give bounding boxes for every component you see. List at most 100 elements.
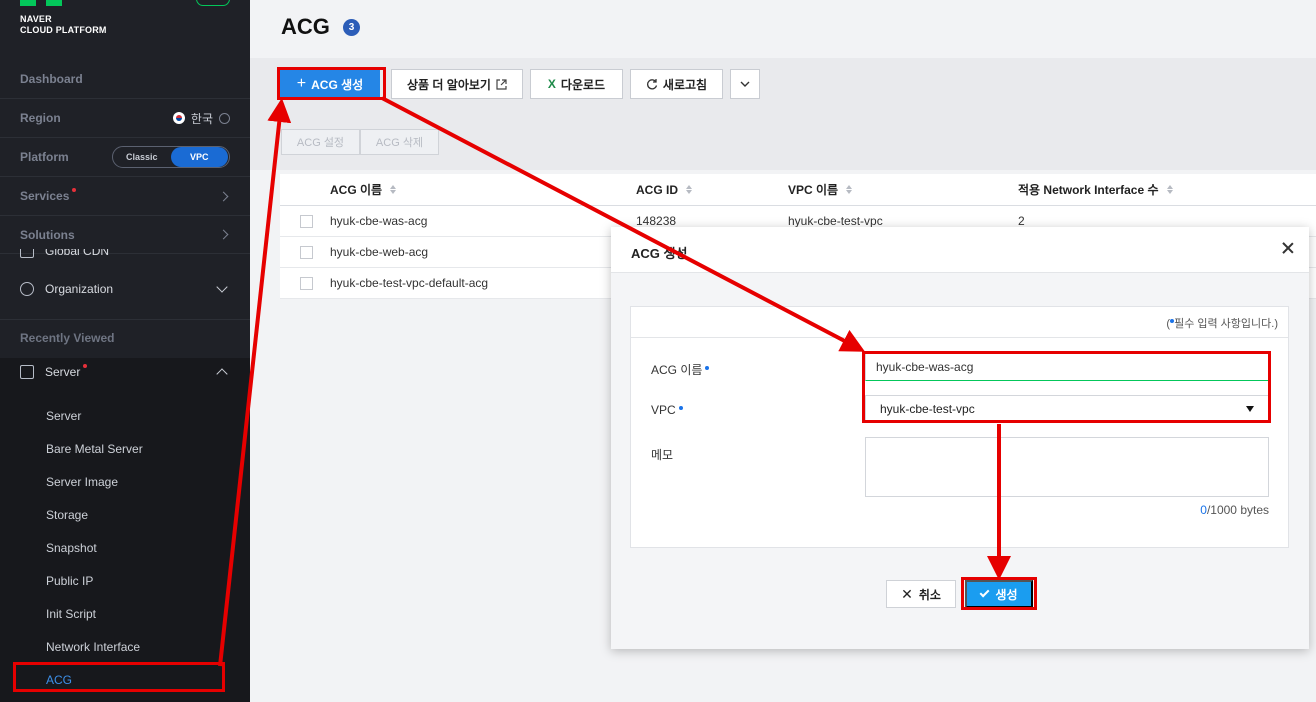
gear-icon[interactable] <box>219 112 230 124</box>
server-group-label: Server <box>45 365 81 379</box>
recently-viewed-label: Recently Viewed <box>20 331 115 345</box>
platform-classic[interactable]: Classic <box>113 152 171 162</box>
cell-acg-name: hyuk-cbe-test-vpc-default-acg <box>330 276 489 290</box>
sidebar-item-snapshot[interactable]: Snapshot <box>46 541 97 555</box>
col-label: VPC 이름 <box>788 183 839 197</box>
bytes-used: 0 <box>1200 503 1207 517</box>
create-button[interactable]: 생성 <box>965 580 1033 608</box>
col-vpc-name[interactable]: VPC 이름 <box>788 174 853 205</box>
refresh-button[interactable]: 새로고침 <box>630 69 723 99</box>
vpc-select[interactable]: hyuk-cbe-test-vpc <box>865 395 1269 423</box>
chevron-up-icon <box>216 368 228 380</box>
organization-label: Organization <box>45 282 114 296</box>
sidebar-server-group[interactable]: Server <box>0 358 250 386</box>
sidebar-item-network-interface[interactable]: Network Interface <box>46 640 140 654</box>
required-dot-icon <box>705 366 710 370</box>
check-icon <box>980 587 990 598</box>
sidebar-services[interactable]: Services <box>0 177 250 216</box>
server-icon <box>20 365 34 379</box>
sort-icon <box>1166 184 1173 194</box>
sidebar-platform: Platform Classic VPC <box>0 138 250 177</box>
close-icon[interactable] <box>1281 241 1295 255</box>
platform-toggle[interactable]: Classic VPC <box>112 146 230 168</box>
col-label: ACG 이름 <box>330 183 383 197</box>
close-icon: ✕ <box>901 585 913 602</box>
sidebar-organization[interactable]: Organization <box>0 276 250 302</box>
memo-textarea[interactable] <box>865 437 1269 497</box>
row-checkbox[interactable] <box>300 214 313 228</box>
create-acg-label: ACG 생성 <box>311 77 364 92</box>
sort-icon <box>686 184 692 194</box>
sidebar-dashboard[interactable]: Dashboard <box>0 60 250 99</box>
learn-more-button[interactable]: 상품 더 알아보기 <box>391 69 523 99</box>
sidebar-item-acg[interactable]: ACG <box>46 673 72 687</box>
logo-line2: CLOUD PLATFORM <box>20 25 107 35</box>
download-button[interactable]: X 다운로드 <box>530 69 623 99</box>
excel-icon: X <box>547 77 556 91</box>
modal-title: ACG 생성 <box>631 246 688 261</box>
acg-delete-button[interactable]: ACG 삭제 <box>360 129 439 155</box>
region-value: 한국 <box>190 111 213 126</box>
dashboard-label: Dashboard <box>20 72 83 86</box>
memo-byte-counter: 0/1000 bytes <box>1200 503 1269 517</box>
chevron-right-icon <box>218 191 229 201</box>
korea-flag-icon <box>172 112 185 124</box>
memo-label: 메모 <box>651 448 674 462</box>
platform-label: Platform <box>20 150 69 164</box>
page-title: ACG <box>281 14 330 39</box>
platform-vpc[interactable]: VPC <box>170 147 228 167</box>
naver-logo-icon <box>20 0 64 6</box>
more-dropdown-button[interactable] <box>730 69 760 99</box>
dropdown-caret-icon <box>1246 406 1254 412</box>
sidebar-item-init-script[interactable]: Init Script <box>46 607 96 621</box>
modal-header: ACG 생성 <box>611 227 1309 273</box>
create-acg-form: (필수 입력 사항입니다.) ACG 이름 VPC hyuk-cbe-test-… <box>630 306 1289 548</box>
vpc-label-text: VPC <box>651 403 676 417</box>
toolbar: + ACG 생성 상품 더 알아보기 X 다운로드 새로고침 <box>250 58 1316 108</box>
secondary-actions: ACG 설정 ACG 삭제 <box>250 108 1316 170</box>
global-cdn-label: Global CDN <box>45 249 110 258</box>
acg-settings-button[interactable]: ACG 설정 <box>281 129 360 155</box>
create-acg-button[interactable]: + ACG 생성 <box>280 69 380 99</box>
sidebar-global-cdn[interactable]: Global CDN <box>0 249 250 261</box>
vpc-selected-value: hyuk-cbe-test-vpc <box>880 402 975 416</box>
required-dot-icon <box>678 406 683 410</box>
sidebar-item-bare-metal-server[interactable]: Bare Metal Server <box>46 442 143 456</box>
sidebar-region[interactable]: Region 한국 <box>0 99 250 138</box>
col-network-interface-count[interactable]: 적용 Network Interface 수 <box>1018 174 1173 205</box>
logo-line1: NAVER <box>20 14 52 24</box>
region-label: Region <box>20 111 61 125</box>
cell-acg-name: hyuk-cbe-was-acg <box>330 214 428 228</box>
new-dot-icon <box>83 364 88 368</box>
refresh-label: 새로고침 <box>662 77 708 92</box>
chevron-down-icon <box>740 81 750 87</box>
learn-more-label: 상품 더 알아보기 <box>407 77 491 92</box>
logo-text: NAVER CLOUD PLATFORM <box>20 14 107 36</box>
sidebar-item-public-ip[interactable]: Public IP <box>46 574 93 588</box>
col-acg-id[interactable]: ACG ID <box>636 174 692 205</box>
logo-badge <box>196 0 230 6</box>
create-acg-modal: ACG 생성 (필수 입력 사항입니다.) ACG 이름 VPC hyuk-cb… <box>611 227 1309 649</box>
sidebar-item-server[interactable]: Server <box>46 409 81 423</box>
cancel-button[interactable]: ✕ 취소 <box>886 580 956 608</box>
sidebar-item-storage[interactable]: Storage <box>46 508 88 522</box>
acg-name-label-text: ACG 이름 <box>651 363 703 377</box>
cdn-icon <box>20 249 34 258</box>
new-dot-icon <box>72 188 77 192</box>
vpc-label: VPC <box>651 403 683 417</box>
col-acg-name[interactable]: ACG 이름 <box>330 174 397 205</box>
required-note-text: 필수 입력 사항입니다.) <box>1174 318 1278 330</box>
server-group: Server Server Bare Metal Server Server I… <box>0 358 250 702</box>
acg-name-input[interactable] <box>865 353 1269 381</box>
download-label: 다운로드 <box>560 77 606 92</box>
row-checkbox[interactable] <box>300 245 313 259</box>
bytes-limit: /1000 bytes <box>1206 503 1269 517</box>
cancel-label: 취소 <box>918 587 941 602</box>
services-label: Services <box>20 189 70 203</box>
row-checkbox[interactable] <box>300 276 313 290</box>
create-label: 생성 <box>995 587 1018 602</box>
sort-icon <box>390 184 397 194</box>
plus-icon: + <box>296 75 307 92</box>
count-badge: 3 <box>343 19 360 36</box>
sidebar-item-server-image[interactable]: Server Image <box>46 475 118 489</box>
